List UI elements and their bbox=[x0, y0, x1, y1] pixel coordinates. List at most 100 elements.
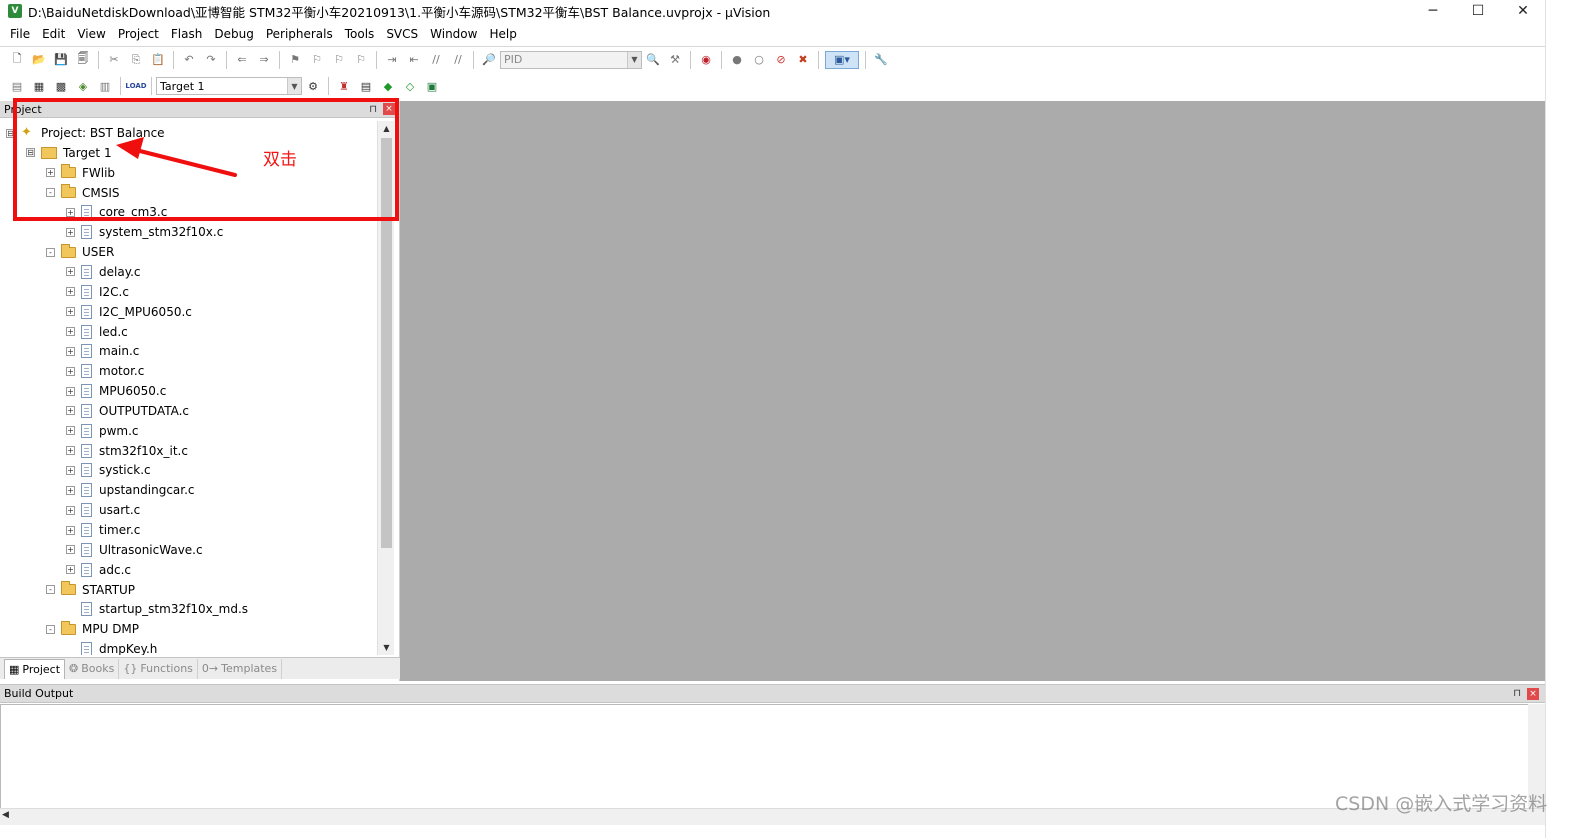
expand-icon[interactable]: + bbox=[66, 525, 75, 535]
stop-build-icon[interactable]: ▥ bbox=[96, 77, 114, 95]
pack-installer-icon[interactable]: ◇ bbox=[401, 77, 419, 95]
undo-icon[interactable]: ↶ bbox=[180, 51, 198, 69]
expand-icon[interactable]: + bbox=[66, 366, 75, 376]
scroll-left-icon[interactable]: ◀ bbox=[2, 810, 9, 820]
menu-item-peripherals[interactable]: Peripherals bbox=[260, 27, 339, 41]
tree-file-item[interactable]: + UltrasonicWave.c bbox=[66, 540, 203, 560]
maximize-button[interactable]: ☐ bbox=[1455, 0, 1501, 22]
find-icon[interactable]: 🔍 bbox=[644, 51, 662, 69]
expand-icon[interactable]: + bbox=[66, 287, 75, 297]
navigate-forward-icon[interactable]: ⇒ bbox=[255, 51, 273, 69]
file-extensions-icon[interactable]: ♜ bbox=[335, 77, 353, 95]
paste-icon[interactable]: 📋 bbox=[149, 51, 167, 69]
open-file-icon[interactable]: 📂 bbox=[30, 51, 48, 69]
rebuild-icon[interactable]: ▩ bbox=[52, 77, 70, 95]
target-select[interactable]: Target 1 ▼ bbox=[156, 77, 302, 95]
close-window-button[interactable]: ✕ bbox=[1500, 0, 1546, 22]
software-packs-icon[interactable]: ▣ bbox=[423, 77, 441, 95]
menu-item-help[interactable]: Help bbox=[483, 27, 522, 41]
menu-item-project[interactable]: Project bbox=[112, 27, 165, 41]
expand-icon[interactable]: + bbox=[66, 307, 75, 317]
pin-icon[interactable]: ⊓ bbox=[1513, 688, 1521, 699]
prev-bookmark-icon[interactable]: ⚐ bbox=[308, 51, 326, 69]
enable-breakpoint-icon[interactable]: ○ bbox=[750, 51, 768, 69]
new-file-icon[interactable]: 🗋 bbox=[8, 51, 26, 69]
find-combo[interactable]: PID ▼ bbox=[500, 50, 642, 69]
tab-project[interactable]: ▦ Project bbox=[4, 658, 66, 679]
close-panel-icon[interactable]: × bbox=[1527, 687, 1539, 700]
menu-item-debug[interactable]: Debug bbox=[208, 27, 259, 41]
menu-item-view[interactable]: View bbox=[71, 27, 111, 41]
expand-icon[interactable]: + bbox=[66, 485, 75, 495]
tree-file-item[interactable]: + adc.c bbox=[66, 560, 131, 580]
build-output-text[interactable] bbox=[0, 704, 1545, 810]
unindent-icon[interactable]: ⇤ bbox=[405, 51, 423, 69]
tree-file-item[interactable]: + pwm.c bbox=[66, 421, 139, 441]
tree-file-item[interactable]: + stm32f10x_it.c bbox=[66, 441, 188, 461]
save-icon[interactable]: 💾 bbox=[52, 51, 70, 69]
find-in-files-icon[interactable]: 🔎 bbox=[480, 51, 498, 69]
expand-icon[interactable]: + bbox=[66, 446, 75, 456]
tree-file-item[interactable]: + delay.c bbox=[66, 262, 141, 282]
collapse-icon[interactable]: - bbox=[46, 247, 55, 257]
minimize-button[interactable]: ─ bbox=[1410, 0, 1456, 22]
build-icon[interactable]: ▦ bbox=[30, 77, 48, 95]
clear-bookmarks-icon[interactable]: ⚐ bbox=[352, 51, 370, 69]
expand-icon[interactable]: + bbox=[66, 386, 75, 396]
menu-item-flash[interactable]: Flash bbox=[165, 27, 208, 41]
tree-file-item[interactable]: + system_stm32f10x.c bbox=[66, 222, 223, 242]
navigate-back-icon[interactable]: ⇐ bbox=[233, 51, 251, 69]
expand-icon[interactable]: + bbox=[66, 545, 75, 555]
tree-file-item[interactable]: + MPU6050.c bbox=[66, 381, 166, 401]
tree-file-item[interactable]: + led.c bbox=[66, 322, 128, 342]
tree-file-item[interactable]: dmpKey.h bbox=[66, 639, 157, 655]
incremental-find-icon[interactable]: ⚒ bbox=[666, 51, 684, 69]
tab-functions[interactable]: {} Functions bbox=[119, 658, 198, 679]
expand-icon[interactable]: + bbox=[66, 227, 75, 237]
tree-file-item[interactable]: + systick.c bbox=[66, 460, 151, 480]
menu-item-svcs[interactable]: SVCS bbox=[380, 27, 424, 41]
expand-icon[interactable]: + bbox=[66, 406, 75, 416]
next-bookmark-icon[interactable]: ⚐ bbox=[330, 51, 348, 69]
uncomment-icon[interactable]: // bbox=[449, 51, 467, 69]
disable-breakpoints-icon[interactable]: ⊘ bbox=[772, 51, 790, 69]
window-layout-icon[interactable]: ▣▾ bbox=[825, 50, 859, 69]
tree-folder-item[interactable]: - USER bbox=[46, 242, 114, 262]
save-all-icon[interactable]: 🗐 bbox=[74, 51, 92, 69]
collapse-icon[interactable]: - bbox=[46, 585, 55, 595]
menu-item-tools[interactable]: Tools bbox=[339, 27, 381, 41]
tree-file-item[interactable]: + I2C_MPU6050.c bbox=[66, 302, 192, 322]
comment-icon[interactable]: // bbox=[427, 51, 445, 69]
build-output-hscrollbar[interactable]: ◀ bbox=[0, 808, 1545, 825]
expand-icon[interactable]: + bbox=[66, 565, 75, 575]
chevron-down-icon[interactable]: ▼ bbox=[287, 78, 301, 94]
target-options-icon[interactable]: ⚙ bbox=[304, 77, 322, 95]
tree-file-item[interactable]: + motor.c bbox=[66, 361, 144, 381]
menu-item-edit[interactable]: Edit bbox=[36, 27, 71, 41]
manage-runtime-icon[interactable]: ▤ bbox=[357, 77, 375, 95]
tree-folder-item[interactable]: - STARTUP bbox=[46, 580, 135, 600]
cut-icon[interactable]: ✂ bbox=[105, 51, 123, 69]
tree-file-item[interactable]: + timer.c bbox=[66, 520, 140, 540]
select-packs-icon[interactable]: ◆ bbox=[379, 77, 397, 95]
tab-templates[interactable]: 0→ Templates bbox=[198, 658, 283, 679]
expand-icon[interactable]: + bbox=[66, 327, 75, 336]
tree-file-item[interactable]: + OUTPUTDATA.c bbox=[66, 401, 189, 421]
tree-file-item[interactable]: + upstandingcar.c bbox=[66, 480, 195, 500]
load-download-icon[interactable]: LOAD bbox=[125, 77, 146, 95]
insert-breakpoint-icon[interactable]: ● bbox=[728, 51, 746, 69]
start-debug-icon[interactable]: ◉ bbox=[697, 51, 715, 69]
expand-icon[interactable]: + bbox=[66, 267, 75, 277]
chevron-down-icon[interactable]: ▼ bbox=[627, 51, 641, 68]
configure-icon[interactable]: 🔧 bbox=[872, 51, 890, 69]
expand-icon[interactable]: + bbox=[66, 346, 75, 356]
expand-icon[interactable]: + bbox=[66, 505, 75, 515]
tree-folder-item[interactable]: - MPU DMP bbox=[46, 619, 139, 639]
tab-books[interactable]: ❂ Books bbox=[65, 658, 120, 679]
expand-icon[interactable]: + bbox=[66, 465, 75, 475]
redo-icon[interactable]: ↷ bbox=[202, 51, 220, 69]
collapse-icon[interactable]: - bbox=[46, 624, 55, 634]
copy-icon[interactable]: ⎘ bbox=[127, 51, 145, 69]
expand-icon[interactable]: + bbox=[66, 426, 75, 436]
menu-item-file[interactable]: File bbox=[4, 27, 36, 41]
